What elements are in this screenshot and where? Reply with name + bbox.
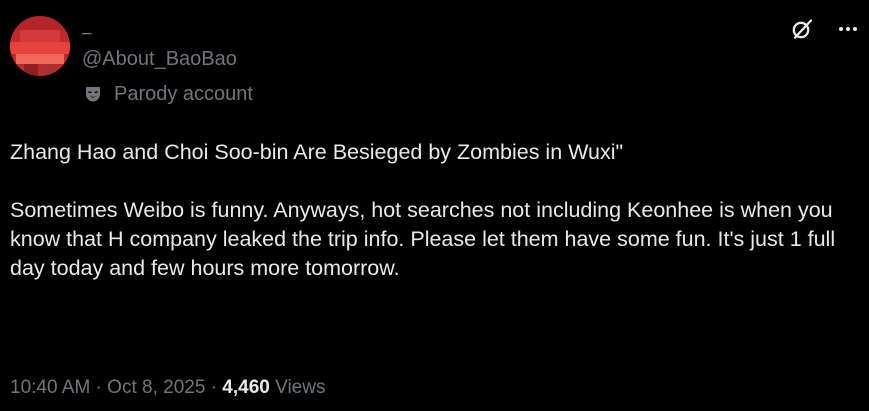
avatar[interactable] <box>10 16 70 76</box>
parody-badge: Parody account <box>84 82 253 106</box>
user-handle[interactable]: @About_BaoBao <box>82 47 237 71</box>
theater-mask-icon <box>84 85 102 103</box>
tweet-actions <box>789 16 861 42</box>
tweet-text: Zhang Hao and Choi Soo-bin Are Besieged … <box>10 140 836 280</box>
more-dots-icon[interactable] <box>835 16 861 42</box>
tweet-meta: 10:40 AM · Oct 8, 2025 · 4,460 Views <box>10 376 325 400</box>
views-label: Views <box>275 377 326 398</box>
grok-icon[interactable] <box>789 16 815 42</box>
meta-separator: · <box>205 377 223 398</box>
tweet-date[interactable]: Oct 8, 2025 <box>107 377 205 398</box>
tweet-time[interactable]: 10:40 AM <box>10 377 90 398</box>
tweet: _ @About_BaoBao Parody account Zhang Hao… <box>0 0 869 411</box>
views-count[interactable]: 4,460 <box>222 377 270 398</box>
meta-separator: · <box>90 377 108 398</box>
parody-label: Parody account <box>114 82 253 105</box>
display-name[interactable]: _ <box>82 17 91 37</box>
